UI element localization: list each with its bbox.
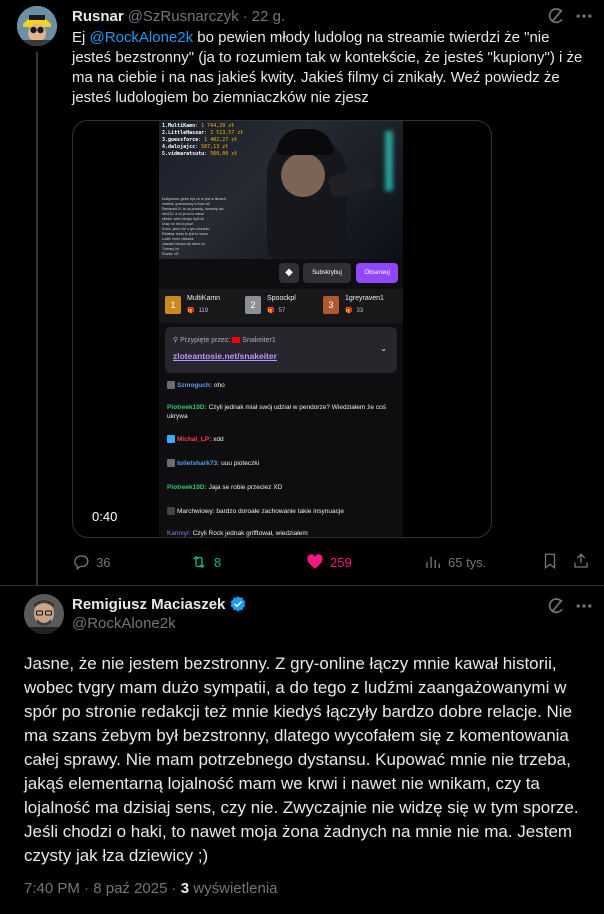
views-count: 3 <box>180 880 190 897</box>
thread-line <box>36 52 38 586</box>
channel-bar: ◆ Subskrybuj Obserwuj <box>159 259 403 289</box>
reply-count: 36 <box>96 554 111 570</box>
like-count: 259 <box>330 554 352 570</box>
youtube-icon <box>232 337 241 344</box>
views-count: 65 tys. <box>448 554 487 570</box>
tweet-header: Rusnar @SzRusnarczyk · 22 g. <box>72 6 285 26</box>
gift-badge-icon: 1 <box>165 296 181 314</box>
tweet-date[interactable]: 8 paź 2025 <box>93 880 167 897</box>
tweet-time[interactable]: 7:40 PM <box>24 880 80 897</box>
author-name-row: Remigiusz Maciaszek <box>72 595 247 613</box>
pinned-link: zloteantosie.net/snakeiter <box>173 351 277 361</box>
author-name[interactable]: Rusnar <box>72 8 124 25</box>
like-button[interactable]: 259 <box>306 552 352 572</box>
views-button[interactable]: 65 tys. <box>424 552 486 572</box>
tweet-text: Jasne, że nie jestem bezstronny. Z gry-o… <box>24 654 579 865</box>
share-icon <box>574 553 588 568</box>
gem-icon: ◆ <box>279 263 299 283</box>
avatar-remigiusz[interactable] <box>24 594 64 634</box>
bookmark-button[interactable] <box>541 552 559 575</box>
views-icon <box>426 556 441 568</box>
tweet-text: Ej @RockAlone2k bo pewien młody ludolog … <box>72 29 583 106</box>
heart-icon <box>307 554 323 569</box>
chat-message: toiletshark73: uuu pioteczki <box>167 459 399 468</box>
views-label: wyświetlenia <box>193 880 278 897</box>
reply-icon <box>74 555 89 571</box>
separator: · <box>242 7 248 25</box>
pinned-message: ⚲ Przypięte przez: Snakeiter1 zloteantosi… <box>165 327 397 373</box>
more-icon[interactable] <box>574 596 594 616</box>
avatar-rusnar[interactable] <box>17 6 57 46</box>
bookmark-icon <box>544 553 556 570</box>
donation-leaderboard: 1.MultiKamn: 1 744,20 zł 2.LittleHaszar:… <box>162 123 244 157</box>
grok-icon[interactable] <box>546 6 566 26</box>
video-embed[interactable]: 1.MultiKamn: 1 744,20 zł 2.LittleHaszar:… <box>72 120 492 538</box>
follow-button: Obserwuj <box>356 263 398 283</box>
pin-icon: ⚲ <box>173 337 179 344</box>
author-handle[interactable]: @RockAlone2k <box>72 615 176 632</box>
grok-icon[interactable] <box>546 596 566 616</box>
verified-badge-icon <box>231 596 246 612</box>
more-icon[interactable] <box>574 6 594 26</box>
reply-button[interactable]: 36 <box>72 552 110 572</box>
overlay-chat: kotbysowa: gdzie byś że to jest w filmac… <box>162 197 226 256</box>
chat-message: Szmoguch: oho <box>167 381 399 390</box>
tweet-rusnar[interactable]: Rusnar @SzRusnarczyk · 22 g. Ej @RockAlo… <box>0 0 604 586</box>
subscribe-button: Subskrybuj <box>303 263 351 283</box>
mention-link[interactable]: @RockAlone2k <box>90 29 194 46</box>
share-button[interactable] <box>572 552 590 575</box>
author-handle[interactable]: @SzRusnarczyk <box>128 8 239 25</box>
repost-count: 8 <box>214 554 222 570</box>
gift-badge-icon: 2 <box>245 296 261 314</box>
tweet-remigiusz: Remigiusz Maciaszek @RockAlone2k Jasne, … <box>0 587 604 914</box>
stream-screenshot: 1.MultiKamn: 1 744,20 zł 2.LittleHaszar:… <box>159 121 403 537</box>
chat-message: Michal_LP: xdd <box>167 435 399 444</box>
repost-button[interactable]: 8 <box>190 552 221 572</box>
chevron-down-icon: ⌄ <box>380 344 387 353</box>
gift-badge-icon: 3 <box>323 296 339 314</box>
author-name[interactable]: Remigiusz Maciaszek <box>72 596 225 613</box>
chat-message: Kamvyr: Czyli Rock jednak grifftował, wi… <box>167 530 308 537</box>
repost-icon <box>193 555 205 569</box>
chat-message: Piotreek10D: Czyli jednak miał swój udzi… <box>167 404 386 420</box>
tweet-time[interactable]: 22 g. <box>252 8 285 25</box>
chat-message: Piotreek10D: Jaja se robie przeciez XD <box>167 484 283 491</box>
video-duration: 0:40 <box>92 509 118 524</box>
stream-video: 1.MultiKamn: 1 744,20 zł 2.LittleHaszar:… <box>159 121 403 259</box>
tweet-meta: 7:40 PM · 8 paź 2025 · 3 wyświetlenia <box>24 880 278 897</box>
chat-message: Marchwiowy: bardzo doroałe zachowanie ta… <box>167 507 399 516</box>
gift-leaderboard: 1 MultiKamn 🎁 119 2 Spoockpl 🎁 57 3 1greyr… <box>159 289 403 323</box>
